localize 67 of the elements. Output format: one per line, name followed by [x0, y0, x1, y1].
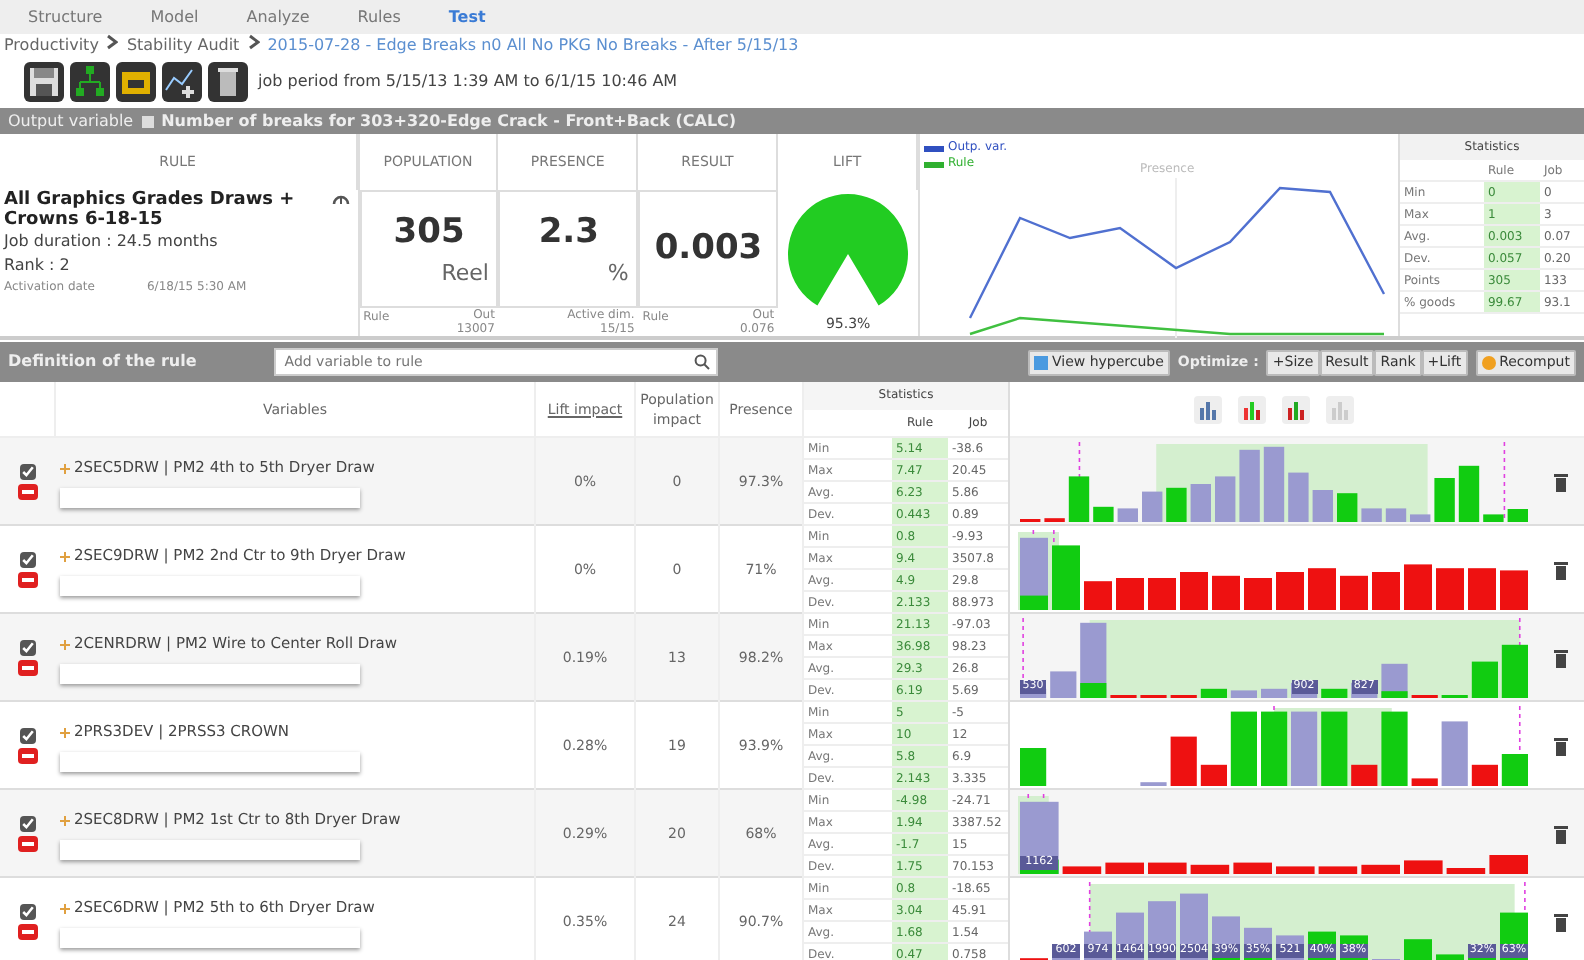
folder-button[interactable] [116, 62, 156, 102]
remove-button[interactable] [18, 836, 38, 852]
row-checkbox[interactable] [20, 904, 36, 920]
tab[interactable]: Analyze [246, 5, 310, 29]
row-checkbox[interactable] [20, 552, 36, 568]
metric-unit: % [605, 258, 629, 290]
minus-icon [22, 930, 34, 934]
expand-icon [60, 463, 70, 473]
chevron-icon [247, 34, 260, 50]
breadcrumb-link[interactable]: Productivity [4, 34, 99, 56]
variable-icon [141, 115, 154, 127]
remove-button[interactable] [18, 660, 38, 676]
rule-name: All Graphics Grades Draws + Crowns 6-18-15 [4, 190, 297, 230]
trash-button[interactable] [208, 62, 248, 102]
tab[interactable]: Rules [357, 5, 401, 29]
minus-icon [22, 842, 34, 846]
metric-value: 0.003 [652, 225, 765, 272]
chart-view-button[interactable] [1237, 396, 1265, 424]
tab[interactable]: Structure [28, 5, 103, 29]
legend-swatch [923, 161, 944, 167]
trash-icon [1553, 649, 1567, 667]
remove-button[interactable] [18, 924, 38, 940]
tree-icon [70, 62, 110, 102]
chevron-icon [106, 34, 119, 50]
trash-icon [1553, 913, 1567, 931]
row-checkbox[interactable] [20, 464, 36, 480]
chart-view-button[interactable] [1281, 396, 1309, 424]
row-checkbox[interactable] [20, 640, 36, 656]
rank-text: Rank : 2 [4, 254, 72, 278]
job-period-text: job period from 5/15/13 1:39 AM to 6/1/15 10:46 AM [258, 70, 678, 94]
minus-icon [22, 490, 34, 494]
expand-icon [60, 551, 70, 561]
legend-swatch [923, 145, 944, 151]
trash-icon [1553, 473, 1567, 491]
section-title: Definition of the rule [8, 350, 197, 374]
remove-button[interactable] [18, 484, 38, 500]
metric-unit: Reel [439, 258, 489, 290]
tree-button[interactable] [70, 62, 110, 102]
remove-button[interactable] [18, 748, 38, 764]
output-variable-name: Number of breaks for 303+320-Edge Crack - Front+Back (CALC) [161, 109, 737, 133]
tab[interactable]: Test [448, 5, 486, 29]
metric-value: 305 [391, 209, 467, 255]
tab[interactable]: Model [150, 5, 199, 29]
minus-icon [22, 666, 34, 670]
save-icon [24, 62, 64, 102]
trash-icon [1553, 825, 1567, 843]
gauge-icon [331, 190, 350, 204]
remove-button[interactable] [18, 572, 38, 588]
job-duration: Job duration : 24.5 months [4, 230, 220, 254]
expand-icon [60, 815, 70, 825]
row-checkbox[interactable] [20, 728, 36, 744]
chart-add-button[interactable] [162, 62, 202, 102]
trash-icon [1553, 737, 1567, 755]
trash-icon [1553, 561, 1567, 579]
search-icon [694, 354, 711, 370]
minus-icon [22, 754, 34, 758]
row-checkbox[interactable] [20, 816, 36, 832]
metric-value: 2.3 [536, 209, 601, 255]
minus-icon [22, 578, 34, 582]
expand-icon [60, 639, 70, 649]
chart-view-button[interactable] [1193, 396, 1221, 424]
breadcrumb-link[interactable]: Stability Audit [126, 34, 240, 56]
expand-icon [60, 903, 70, 913]
save-button[interactable] [24, 62, 64, 102]
expand-icon [60, 727, 70, 737]
output-variable-label: Output variable [8, 109, 134, 133]
breadcrumb-link[interactable]: 2015-07-28 - Edge Breaks n0 All No PKG No Breaks - After 5/15/13 [267, 34, 799, 56]
